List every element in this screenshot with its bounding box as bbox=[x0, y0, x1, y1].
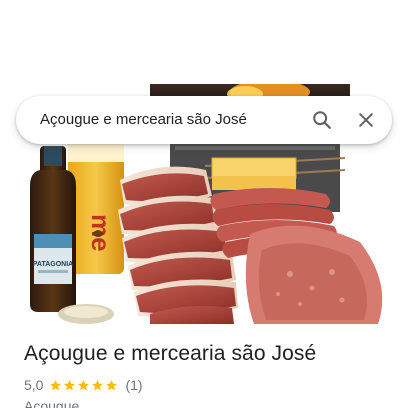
close-button[interactable] bbox=[346, 100, 386, 140]
star-icon bbox=[64, 379, 76, 390]
search-input[interactable]: Açougue e mercearia são José bbox=[40, 96, 247, 144]
close-icon bbox=[359, 113, 373, 127]
bottle-label-text: PATAGONIA bbox=[33, 261, 73, 268]
star-icon bbox=[78, 379, 90, 390]
rating-value: 5,0 bbox=[24, 377, 44, 393]
place-info-panel[interactable]: Açougue e mercearia são José 5,0 (1) Aço… bbox=[0, 324, 408, 408]
search-button[interactable] bbox=[302, 100, 342, 140]
place-title: Açougue e mercearia são José bbox=[24, 342, 317, 365]
star-icon bbox=[106, 379, 118, 390]
search-icon bbox=[313, 111, 331, 129]
star-icon bbox=[92, 379, 104, 390]
place-category: Açougue bbox=[24, 398, 80, 408]
star-icon bbox=[50, 379, 62, 390]
review-count[interactable]: (1) bbox=[125, 377, 142, 393]
rating-stars bbox=[49, 379, 119, 392]
map-top-area bbox=[0, 0, 408, 84]
rating-row[interactable]: 5,0 (1) bbox=[24, 376, 143, 394]
search-bar[interactable]: Açougue e mercearia são José bbox=[16, 96, 392, 144]
